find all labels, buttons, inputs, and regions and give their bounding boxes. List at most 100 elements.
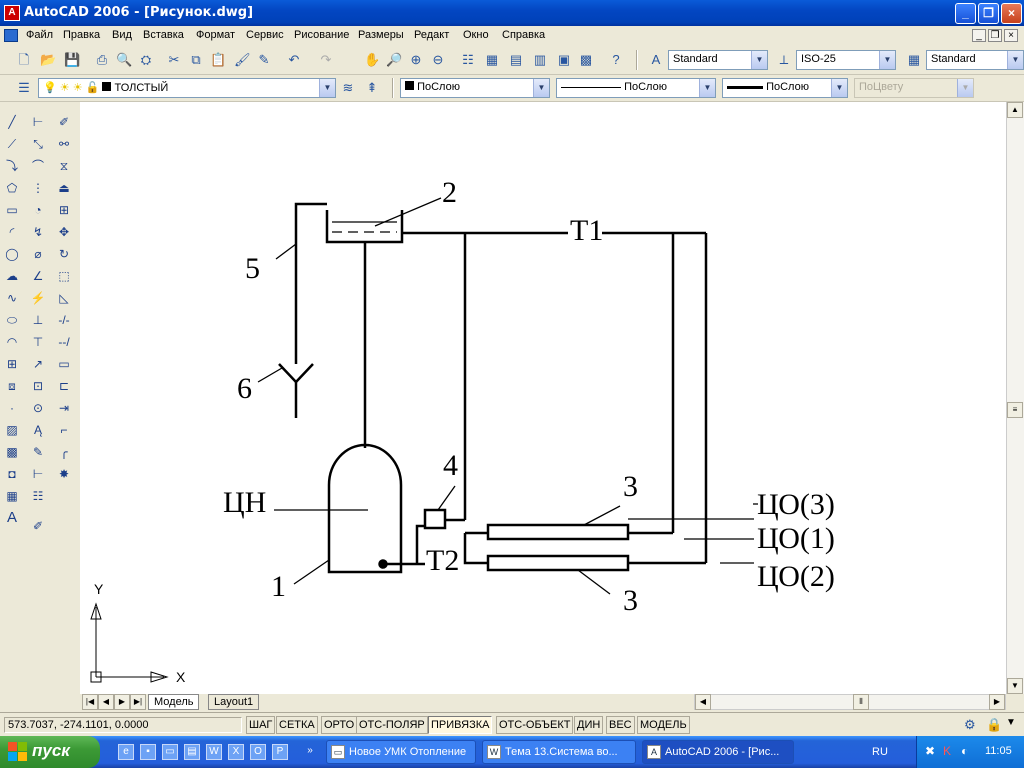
drawing-canvas[interactable]: 2 Т1 5 6 ЦН 4 3 Т2 3 1 ЦО(3) ЦО(1) ЦО(2)… xyxy=(80,102,1006,694)
chevron-down-icon[interactable]: ▼ xyxy=(699,79,715,97)
insert-block-tool[interactable]: ⊞ xyxy=(1,354,23,374)
quicklaunch-expand-icon[interactable]: » xyxy=(302,744,318,760)
open-button[interactable]: 📂 xyxy=(38,50,58,70)
scale-tool[interactable]: ⬚ xyxy=(53,266,75,286)
zoom-previous-button[interactable]: ⊖ xyxy=(428,50,448,70)
vertical-scroll-thumb[interactable]: ≡ xyxy=(1007,402,1023,418)
move-tool[interactable]: ✥ xyxy=(53,222,75,242)
diameter-dim-tool[interactable]: ⌀ xyxy=(27,244,49,264)
arc-length-tool[interactable]: ⌒ xyxy=(27,156,49,176)
title-bar[interactable]: A AutoCAD 2006 - [Рисунок.dwg] _ ❐ × xyxy=(0,0,1024,26)
doc-minimize-button[interactable]: _ xyxy=(972,29,986,42)
gradient-tool[interactable]: ▩ xyxy=(1,442,23,462)
calculator-button[interactable]: ▩ xyxy=(576,50,596,70)
publish-button[interactable]: ⛭ xyxy=(136,50,156,70)
trim-tool[interactable]: -/- xyxy=(53,310,75,330)
multiline-text-tool[interactable]: A xyxy=(1,508,23,528)
menu-modify[interactable]: Редакт xyxy=(414,29,449,41)
quicklaunch-outlook-icon[interactable]: O xyxy=(250,744,266,760)
arc-tool[interactable]: ◜ xyxy=(1,222,23,242)
linear-dim-tool[interactable]: ⊢ xyxy=(27,112,49,132)
table-style-button[interactable]: ▦ xyxy=(904,50,924,70)
mirror-tool[interactable]: ⧖ xyxy=(53,156,75,176)
make-block-tool[interactable]: ⧈ xyxy=(1,376,23,396)
antivirus-icon[interactable]: K xyxy=(943,744,951,758)
spline-tool[interactable]: ∿ xyxy=(1,288,23,308)
region-tool[interactable]: ◘ xyxy=(1,464,23,484)
plot-button[interactable]: ⎙ xyxy=(92,50,112,70)
dim-edit-tool[interactable]: Ą xyxy=(27,420,49,440)
center-mark-tool[interactable]: ⊙ xyxy=(27,398,49,418)
horizontal-scroll-thumb[interactable]: ⦀ xyxy=(853,694,869,710)
hatch-tool[interactable]: ▨ xyxy=(1,420,23,440)
tab-model[interactable]: Модель xyxy=(148,694,200,710)
menu-format[interactable]: Формат xyxy=(196,29,235,41)
ellipse-arc-tool[interactable]: ◠ xyxy=(1,332,23,352)
layer-previous-button[interactable]: ⇞ xyxy=(362,78,382,98)
chevron-down-icon[interactable]: ▼ xyxy=(533,79,549,97)
menu-window[interactable]: Окно xyxy=(463,29,489,41)
zoom-window-button[interactable]: ⊕ xyxy=(406,50,426,70)
dim-style-tool[interactable]: ☷ xyxy=(27,486,49,506)
dim-style-select[interactable]: ISO-25 ▼ xyxy=(796,50,896,70)
chamfer-tool[interactable]: ⌐ xyxy=(53,420,75,440)
baseline-dim-tool[interactable]: ⊥ xyxy=(27,310,49,330)
pan-button[interactable]: ✋ xyxy=(362,50,382,70)
document-icon[interactable] xyxy=(4,29,18,42)
polyline-tool[interactable]: ⤵ xyxy=(1,156,23,176)
restore-button[interactable]: ❐ xyxy=(978,3,999,24)
dim-style-button[interactable]: ⟂ xyxy=(774,50,794,70)
help-button[interactable]: ? xyxy=(606,50,626,70)
line-tool[interactable]: ╱ xyxy=(1,112,23,132)
dim-override-tool[interactable]: ✐ xyxy=(27,516,49,536)
vertical-scrollbar[interactable]: ▲ ≡ ▼ xyxy=(1006,102,1024,694)
tab-prev-button[interactable]: ◀ xyxy=(98,694,114,710)
copy-tool[interactable]: ⚯ xyxy=(53,134,75,154)
minimize-button[interactable]: _ xyxy=(955,3,976,24)
text-style-select[interactable]: Standard ▼ xyxy=(668,50,768,70)
zoom-realtime-button[interactable]: 🔎 xyxy=(384,50,404,70)
toolbar-lock-icon[interactable]: 🔒 xyxy=(986,717,1004,733)
horizontal-scrollbar[interactable]: ◀ ⦀ ▶ xyxy=(694,694,1006,710)
revision-cloud-tool[interactable]: ☁ xyxy=(1,266,23,286)
toggle-ortho[interactable]: ОРТО xyxy=(321,716,358,734)
continue-dim-tool[interactable]: ⊤ xyxy=(27,332,49,352)
doc-restore-button[interactable]: ❐ xyxy=(988,29,1002,42)
radius-dim-tool[interactable]: ◔ xyxy=(27,200,49,220)
start-button[interactable]: пуск xyxy=(0,736,100,768)
table-style-select[interactable]: Standard ▼ xyxy=(926,50,1024,70)
fillet-tool[interactable]: ╭ xyxy=(53,442,75,462)
array-tool[interactable]: ⊞ xyxy=(53,200,75,220)
toggle-polar[interactable]: ОТС-ПОЛЯР xyxy=(356,716,428,734)
join-tool[interactable]: ⇥ xyxy=(53,398,75,418)
properties-button[interactable]: ☷ xyxy=(458,50,478,70)
communication-center-icon[interactable]: ⚙ xyxy=(964,717,982,733)
break-at-point-tool[interactable]: ▭ xyxy=(53,354,75,374)
language-indicator[interactable]: RU xyxy=(872,746,888,758)
match-properties-button[interactable]: 🖌 xyxy=(232,50,252,70)
color-select[interactable]: ПоСлою ▼ xyxy=(400,78,550,98)
undo-button[interactable]: ↶ xyxy=(284,50,304,70)
quicklaunch-ie-icon[interactable]: e xyxy=(118,744,134,760)
cut-button[interactable]: ✂ xyxy=(164,50,184,70)
quicklaunch-excel-icon[interactable]: X xyxy=(228,744,244,760)
quicklaunch-desktop-icon[interactable]: ▭ xyxy=(162,744,178,760)
redo-button[interactable]: ↷ xyxy=(316,50,336,70)
block-editor-button[interactable]: ✎ xyxy=(254,50,274,70)
toggle-snap[interactable]: ШАГ xyxy=(246,716,276,734)
construction-line-tool[interactable]: ⟋ xyxy=(1,134,23,154)
chevron-down-icon[interactable]: ▼ xyxy=(1007,51,1023,69)
markup-button[interactable]: ▣ xyxy=(554,50,574,70)
tab-next-button[interactable]: ▶ xyxy=(114,694,130,710)
plot-preview-button[interactable]: 🔍 xyxy=(114,50,134,70)
layer-select[interactable]: 💡 ☀ ☀ 🔓 ТОЛСТЫЙ ▼ xyxy=(38,78,336,98)
toggle-osnap[interactable]: ПРИВЯЗКА xyxy=(428,716,493,734)
volume-icon[interactable]: ◐ xyxy=(961,744,968,758)
angular-dim-tool[interactable]: ∠ xyxy=(27,266,49,286)
toggle-lwt[interactable]: ВЕС xyxy=(606,716,635,734)
break-tool[interactable]: ⊏ xyxy=(53,376,75,396)
explode-tool[interactable]: ✸ xyxy=(53,464,75,484)
tolerance-tool[interactable]: ⊡ xyxy=(27,376,49,396)
table-tool[interactable]: ▦ xyxy=(1,486,23,506)
lineweight-select[interactable]: ПоСлою ▼ xyxy=(722,78,848,98)
